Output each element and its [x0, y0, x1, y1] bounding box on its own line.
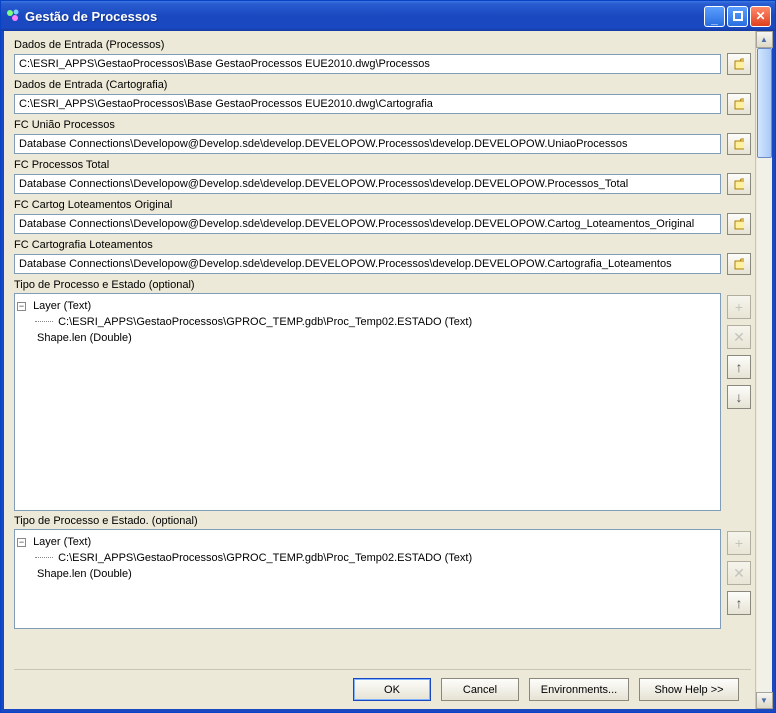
x-icon: ✕ [733, 565, 745, 582]
label-fc-cartografia-lot: FC Cartografia Loteamentos [14, 239, 751, 251]
scroll-up-button[interactable]: ▲ [756, 31, 773, 48]
triangle-down-icon: ▼ [760, 696, 768, 705]
tree1-sibling[interactable]: Shape.len (Double) [37, 332, 132, 344]
environments-button[interactable]: Environments... [529, 678, 629, 701]
arrow-up-icon: ↑ [736, 359, 743, 375]
label-fc-cartog-orig: FC Cartog Loteamentos Original [14, 199, 751, 211]
input-fc-uniao[interactable] [14, 134, 721, 154]
label-fc-total: FC Processos Total [14, 159, 751, 171]
bottom-bar: OK Cancel Environments... Show Help >> [14, 669, 751, 709]
folder-open-icon [734, 177, 744, 191]
titlebar[interactable]: Gestão de Processos _ ✕ [1, 1, 775, 31]
label-dados-cartografia: Dados de Entrada (Cartografia) [14, 79, 751, 91]
window-title: Gestão de Processos [25, 9, 704, 24]
triangle-up-icon: ▲ [760, 35, 768, 44]
scroll-down-button[interactable]: ▼ [756, 692, 773, 709]
outer-scrollbar[interactable]: ▲ ▼ [755, 31, 772, 709]
minimize-button[interactable]: _ [704, 6, 725, 27]
tree1-remove-button[interactable]: ✕ [727, 325, 751, 349]
tree2-root[interactable]: Layer (Text) [33, 536, 91, 548]
browse-dados-processos[interactable] [727, 53, 751, 75]
arrow-up-icon: ↑ [736, 595, 743, 611]
folder-open-icon [734, 217, 744, 231]
label-tree1: Tipo de Processo e Estado (optional) [14, 279, 751, 291]
ok-button[interactable]: OK [353, 678, 431, 701]
cancel-button[interactable]: Cancel [441, 678, 519, 701]
input-dados-processos[interactable] [14, 54, 721, 74]
folder-open-icon [734, 97, 744, 111]
tree-connector-icon [35, 321, 53, 322]
plus-icon: + [735, 299, 743, 315]
browse-fc-uniao[interactable] [727, 133, 751, 155]
tree1-add-button[interactable]: + [727, 295, 751, 319]
tree2-remove-button[interactable]: ✕ [727, 561, 751, 585]
label-fc-uniao: FC União Processos [14, 119, 751, 131]
label-tree2: Tipo de Processo e Estado. (optional) [14, 515, 751, 527]
browse-fc-cartografia-lot[interactable] [727, 253, 751, 275]
folder-open-icon [734, 137, 744, 151]
tree2-child[interactable]: C:\ESRI_APPS\GestaoProcessos\GPROC_TEMP.… [58, 552, 472, 564]
tree-connector-icon [35, 557, 53, 558]
tree2-toggle-root[interactable]: − [17, 538, 26, 547]
browse-dados-cartografia[interactable] [727, 93, 751, 115]
input-dados-cartografia[interactable] [14, 94, 721, 114]
tree1-toggle-root[interactable]: − [17, 302, 26, 311]
show-help-button[interactable]: Show Help >> [639, 678, 739, 701]
label-dados-processos: Dados de Entrada (Processos) [14, 39, 751, 51]
browse-fc-total[interactable] [727, 173, 751, 195]
folder-open-icon [734, 257, 744, 271]
tree1-child[interactable]: C:\ESRI_APPS\GestaoProcessos\GPROC_TEMP.… [58, 316, 472, 328]
tree1-box[interactable]: − Layer (Text) C:\ESRI_APPS\GestaoProces… [14, 293, 721, 511]
arrow-down-icon: ↓ [736, 389, 743, 405]
tree2-box[interactable]: − Layer (Text) C:\ESRI_APPS\GestaoProces… [14, 529, 721, 629]
tree2-add-button[interactable]: + [727, 531, 751, 555]
form-area: Dados de Entrada (Processos) Dados de En… [4, 31, 755, 709]
tree2-sibling[interactable]: Shape.len (Double) [37, 568, 132, 580]
maximize-button[interactable] [727, 6, 748, 27]
x-icon: ✕ [733, 329, 745, 346]
plus-icon: + [735, 535, 743, 551]
app-icon [5, 8, 21, 24]
folder-open-icon [734, 57, 744, 71]
tree2-up-button[interactable]: ↑ [727, 591, 751, 615]
close-button[interactable]: ✕ [750, 6, 771, 27]
input-fc-cartog-orig[interactable] [14, 214, 721, 234]
input-fc-cartografia-lot[interactable] [14, 254, 721, 274]
scroll-thumb[interactable] [757, 48, 772, 158]
tree1-down-button[interactable]: ↓ [727, 385, 751, 409]
tree1-up-button[interactable]: ↑ [727, 355, 751, 379]
input-fc-total[interactable] [14, 174, 721, 194]
browse-fc-cartog-orig[interactable] [727, 213, 751, 235]
scroll-track[interactable] [757, 48, 772, 692]
tree1-root[interactable]: Layer (Text) [33, 300, 91, 312]
